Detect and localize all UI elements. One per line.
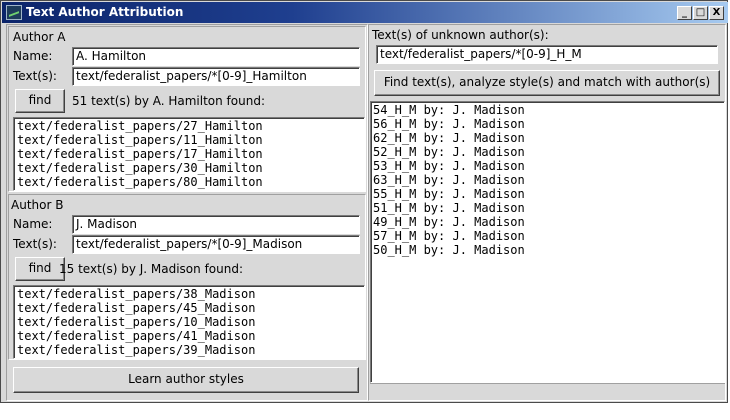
author-b-name-label: Name: [13,217,53,231]
list-item[interactable]: 52_H_M by: J. Madison [373,145,724,159]
window-title: Text Author Attribution [26,5,184,19]
list-item[interactable]: text/federalist_papers/80_Hamilton [17,175,364,189]
list-item[interactable]: 49_H_M by: J. Madison [373,215,724,229]
list-item[interactable]: 57_H_M by: J. Madison [373,229,724,243]
author-b-heading: Author B [11,198,64,212]
close-button[interactable]: X [709,6,724,20]
author-b-group: Author B Name: J. Madison Text(s): text/… [8,194,366,360]
author-b-name-input[interactable]: J. Madison [72,215,360,234]
title-bar[interactable]: Text Author Attribution _ □ X [2,2,728,23]
learn-author-styles-button[interactable]: Learn author styles [13,367,359,393]
app-icon [6,5,22,20]
list-item[interactable]: 62_H_M by: J. Madison [373,131,724,145]
list-item[interactable]: 63_H_M by: J. Madison [373,173,724,187]
author-b-status: 15 text(s) by J. Madison found: [59,262,244,276]
list-item[interactable]: text/federalist_papers/41_Madison [17,329,364,343]
author-b-file-list[interactable]: text/federalist_papers/38_Madison text/f… [13,285,365,359]
results-list[interactable]: 54_H_M by: J. Madison 56_H_M by: J. Madi… [370,101,725,383]
unknown-pattern-input[interactable]: text/federalist_papers/*[0-9]_H_M [376,45,718,64]
list-item[interactable]: 51_H_M by: J. Madison [373,201,724,215]
author-b-texts-input[interactable]: text/federalist_papers/*[0-9]_Madison [72,235,360,254]
left-panel: Author A Name: A. Hamilton Text(s): text… [6,24,368,401]
list-item[interactable]: text/federalist_papers/27_Hamilton [17,119,364,133]
right-panel: Text(s) of unknown author(s): text/feder… [368,24,726,401]
list-item[interactable]: text/federalist_papers/17_Hamilton [17,147,364,161]
minimize-button[interactable]: _ [677,6,692,20]
author-a-texts-label: Text(s): [13,69,57,83]
list-item[interactable]: text/federalist_papers/39_Madison [17,343,364,357]
author-b-texts-label: Text(s): [13,237,57,251]
list-item[interactable]: 54_H_M by: J. Madison [373,103,724,117]
author-a-name-label: Name: [13,49,53,63]
author-a-heading: Author A [13,30,66,44]
list-item[interactable]: 50_H_M by: J. Madison [373,243,724,257]
unknown-heading: Text(s) of unknown author(s): [372,28,549,42]
author-b-find-button[interactable]: find [15,257,65,281]
list-item[interactable]: text/federalist_papers/45_Madison [17,301,364,315]
list-item[interactable]: 56_H_M by: J. Madison [373,117,724,131]
author-a-group: Author A Name: A. Hamilton Text(s): text… [8,26,366,192]
author-a-name-input[interactable]: A. Hamilton [72,47,360,66]
list-item[interactable]: 53_H_M by: J. Madison [373,159,724,173]
list-item[interactable]: text/federalist_papers/38_Madison [17,287,364,301]
list-item[interactable]: text/federalist_papers/10_Madison [17,315,364,329]
list-item[interactable]: 55_H_M by: J. Madison [373,187,724,201]
list-item[interactable]: text/federalist_papers/30_Hamilton [17,161,364,175]
author-a-file-list[interactable]: text/federalist_papers/27_Hamilton text/… [13,117,365,191]
list-item[interactable]: text/federalist_papers/11_Hamilton [17,133,364,147]
results-horizontal-scrollbar[interactable] [370,383,725,399]
app-window: Text Author Attribution _ □ X Author A N… [0,0,728,403]
author-a-status: 51 text(s) by A. Hamilton found: [72,94,265,108]
maximize-button[interactable]: □ [693,6,708,20]
analyze-button[interactable]: Find text(s), analyze style(s) and match… [374,70,720,96]
author-a-texts-input[interactable]: text/federalist_papers/*[0-9]_Hamilton [72,67,360,86]
author-a-find-button[interactable]: find [15,89,65,113]
